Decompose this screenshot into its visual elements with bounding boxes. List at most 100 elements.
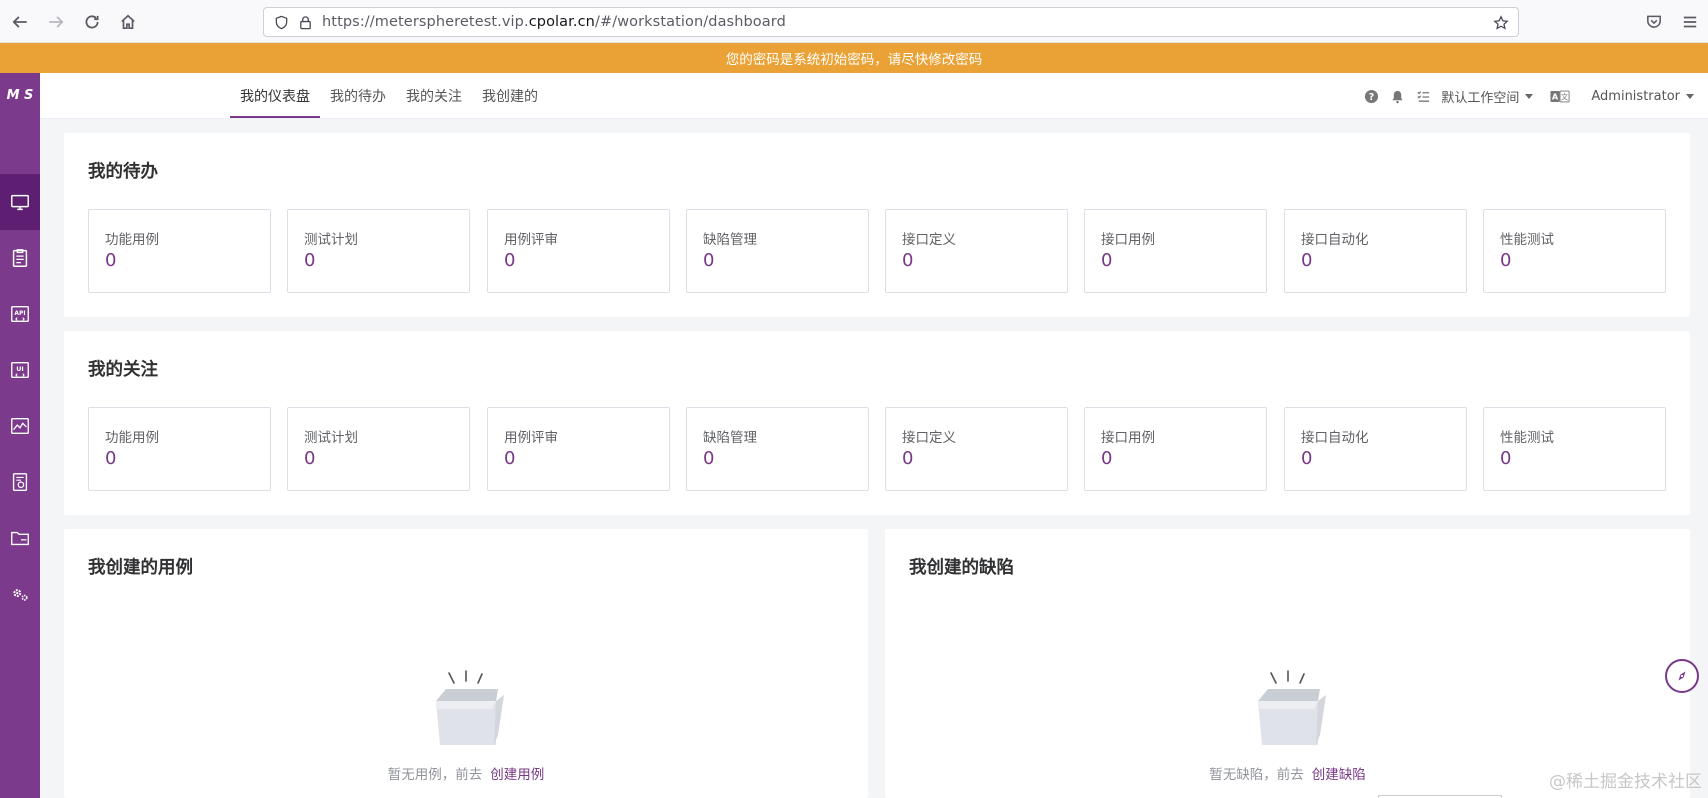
- card-label: 用例评审: [504, 430, 558, 446]
- follow-card-review[interactable]: 用例评审 0: [487, 407, 670, 491]
- todo-panel: 我的待办 功能用例 0 测试计划 0 用例评审 0 缺陷管理 0 接口定义 0 接口用例 0…: [64, 133, 1690, 317]
- todo-card-case[interactable]: 功能用例 0: [88, 209, 271, 293]
- report-icon: [12, 473, 28, 491]
- compass-icon: [1678, 671, 1686, 681]
- svg-text:?: ?: [1369, 91, 1374, 102]
- caret-down-icon: [1686, 93, 1694, 99]
- follow-card-api-case[interactable]: 接口用例 0: [1084, 407, 1267, 491]
- card-count: 0: [1500, 250, 1512, 271]
- card-label: 接口用例: [1101, 430, 1155, 446]
- follow-panel: 我的关注 功能用例 0 测试计划 0 用例评审 0 缺陷管理 0 接口定义 0 接口用例 0…: [64, 331, 1690, 515]
- todo-card-api-case[interactable]: 接口用例 0: [1084, 209, 1267, 293]
- follow-card-performance[interactable]: 性能测试 0: [1483, 407, 1666, 491]
- sidebar-item-workstation[interactable]: [0, 174, 40, 230]
- todo-card-review[interactable]: 用例评审 0: [487, 209, 670, 293]
- chart-icon: [11, 417, 29, 435]
- card-count: 0: [105, 250, 117, 271]
- card-count: 0: [504, 250, 516, 271]
- shield-icon[interactable]: [270, 11, 292, 33]
- card-label: 功能用例: [105, 430, 159, 446]
- banner-text: 您的密码是系统初始密码，请尽快修改密码: [725, 52, 983, 68]
- help-icon[interactable]: ?: [1363, 88, 1379, 104]
- monitor-icon: [11, 194, 29, 211]
- card-label: 性能测试: [1500, 430, 1554, 446]
- watermark: @稀土掘金技术社区: [1549, 772, 1702, 792]
- sidebar-item-performance[interactable]: [0, 398, 40, 454]
- bell-icon[interactable]: [1389, 88, 1405, 104]
- create-case-link[interactable]: 创建用例: [490, 767, 544, 783]
- empty-message: 暂无用例，前去 创建用例: [64, 763, 868, 783]
- card-label: 接口自动化: [1301, 430, 1369, 446]
- card-label: 缺陷管理: [703, 232, 757, 248]
- workspace-dropdown[interactable]: 默认工作空间: [1441, 87, 1534, 106]
- sidebar-item-ui[interactable]: UI: [0, 342, 40, 398]
- follow-card-api-automation[interactable]: 接口自动化 0: [1284, 407, 1467, 491]
- user-dropdown[interactable]: Administrator: [1591, 89, 1694, 104]
- tab-created[interactable]: 我创建的: [472, 73, 548, 119]
- card-count: 0: [304, 250, 316, 271]
- todo-card-api-definition[interactable]: 接口定义 0: [885, 209, 1068, 293]
- user-name: Administrator: [1591, 88, 1680, 104]
- empty-state: 暂无缺陷，前去 创建缺陷: [885, 669, 1690, 783]
- card-count: 0: [304, 448, 316, 469]
- tab-todo[interactable]: 我的待办: [320, 73, 396, 119]
- panel-title: 我的待办: [88, 162, 158, 182]
- address-bar[interactable]: https://meterspheretest.vip.cpolar.cn/#/…: [263, 7, 1519, 37]
- pocket-icon[interactable]: [1636, 4, 1672, 40]
- sidebar-item-project[interactable]: [0, 510, 40, 566]
- tab-follow[interactable]: 我的关注: [396, 73, 472, 119]
- card-count: 0: [105, 448, 117, 469]
- svg-text:文: 文: [1561, 92, 1569, 101]
- floating-guide-button[interactable]: [1665, 659, 1699, 693]
- card-count: 0: [902, 250, 914, 271]
- reload-icon[interactable]: [74, 4, 110, 40]
- back-icon[interactable]: [2, 4, 38, 40]
- follow-card-api-definition[interactable]: 接口定义 0: [885, 407, 1068, 491]
- workspace-label: 默认工作空间: [1441, 90, 1520, 106]
- sidebar-item-api[interactable]: API: [0, 286, 40, 342]
- card-label: 接口自动化: [1301, 232, 1369, 248]
- card-label: 测试计划: [304, 232, 358, 248]
- card-count: 0: [703, 448, 715, 469]
- home-icon[interactable]: [110, 4, 146, 40]
- app-header: 我的仪表盘 我的待办 我的关注 我创建的 ? 默认工作空间 A文 Adminis…: [40, 73, 1708, 119]
- svg-text:API: API: [14, 310, 25, 317]
- card-count: 0: [1500, 448, 1512, 469]
- password-warning-banner: 您的密码是系统初始密码，请尽快修改密码: [0, 43, 1708, 73]
- language-icon[interactable]: A文: [1549, 88, 1571, 104]
- sidebar-item-settings[interactable]: [0, 566, 40, 622]
- header-actions: ? 默认工作空间 A文 Administrator: [1363, 73, 1694, 119]
- follow-card-plan[interactable]: 测试计划 0: [287, 407, 470, 491]
- bookmark-star-icon[interactable]: [1490, 12, 1512, 34]
- card-count: 0: [1101, 448, 1113, 469]
- left-sidebar: M S API UI: [0, 73, 40, 798]
- follow-card-issue[interactable]: 缺陷管理 0: [686, 407, 869, 491]
- todo-card-plan[interactable]: 测试计划 0: [287, 209, 470, 293]
- caret-down-icon: [1525, 93, 1534, 99]
- follow-card-case[interactable]: 功能用例 0: [88, 407, 271, 491]
- sidebar-item-report[interactable]: [0, 454, 40, 510]
- sidebar-item-track[interactable]: [0, 230, 40, 286]
- ui-icon: UI: [11, 361, 29, 379]
- folder-icon: [11, 531, 29, 546]
- browser-toolbar: https://meterspheretest.vip.cpolar.cn/#/…: [0, 0, 1708, 43]
- workstation-tabs: 我的仪表盘 我的待办 我的关注 我创建的: [230, 73, 548, 119]
- empty-box-icon: [436, 670, 504, 745]
- forward-icon[interactable]: [38, 4, 74, 40]
- empty-text: 暂无缺陷，前去: [1209, 767, 1304, 783]
- card-count: 0: [1301, 250, 1313, 271]
- task-list-icon[interactable]: [1415, 88, 1431, 104]
- created-cases-panel: 我创建的用例 暂无用例，前去 创建用例: [64, 529, 868, 798]
- card-label: 性能测试: [1500, 232, 1554, 248]
- tab-dashboard[interactable]: 我的仪表盘: [230, 73, 320, 119]
- menu-icon[interactable]: [1672, 4, 1708, 40]
- lock-icon[interactable]: [294, 11, 316, 33]
- create-bug-link[interactable]: 创建缺陷: [1312, 767, 1366, 783]
- todo-card-api-automation[interactable]: 接口自动化 0: [1284, 209, 1467, 293]
- card-label: 接口定义: [902, 430, 956, 446]
- todo-card-issue[interactable]: 缺陷管理 0: [686, 209, 869, 293]
- empty-text: 暂无用例，前去: [387, 767, 483, 783]
- card-label: 接口用例: [1101, 232, 1155, 248]
- todo-card-performance[interactable]: 性能测试 0: [1483, 209, 1666, 293]
- app-logo[interactable]: M S: [0, 73, 40, 117]
